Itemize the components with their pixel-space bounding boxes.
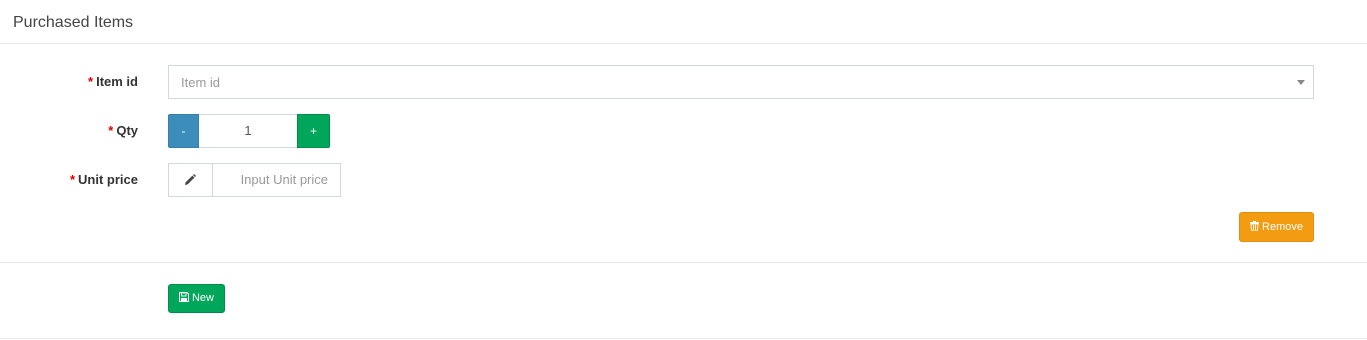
item-id-select[interactable]: Item id [168,65,1314,99]
item-id-label: * Item id [0,74,138,89]
panel-title: Purchased Items [13,14,134,31]
divider [0,338,1367,339]
panel-header: Purchased Items [0,0,1367,44]
item-id-label-text: Item id [96,74,138,89]
trash-icon [1250,221,1260,231]
remove-button[interactable]: Remove [1239,212,1314,242]
chevron-down-icon [1297,80,1305,85]
qty-input[interactable]: 1 [199,114,297,148]
pencil-icon [185,174,196,185]
remove-button-label: Remove [1262,221,1303,233]
new-button[interactable]: New [168,284,225,313]
divider [0,262,1367,263]
required-mark: * [69,172,76,187]
unit-price-input[interactable]: Input Unit price [212,163,341,197]
qty-plus-button[interactable]: + [297,114,330,148]
qty-label: * Qty [0,123,138,138]
new-button-label: New [191,292,214,304]
item-id-placeholder: Item id [181,75,221,90]
qty-label-text: Qty [116,123,138,138]
required-mark: * [88,74,94,89]
unit-price-label: * Unit price [0,172,138,187]
qty-minus-button[interactable]: - [168,114,199,148]
save-icon [178,292,189,302]
unit-price-addon [168,163,213,197]
required-mark: * [108,123,114,138]
unit-price-label-text: Unit price [78,172,138,187]
